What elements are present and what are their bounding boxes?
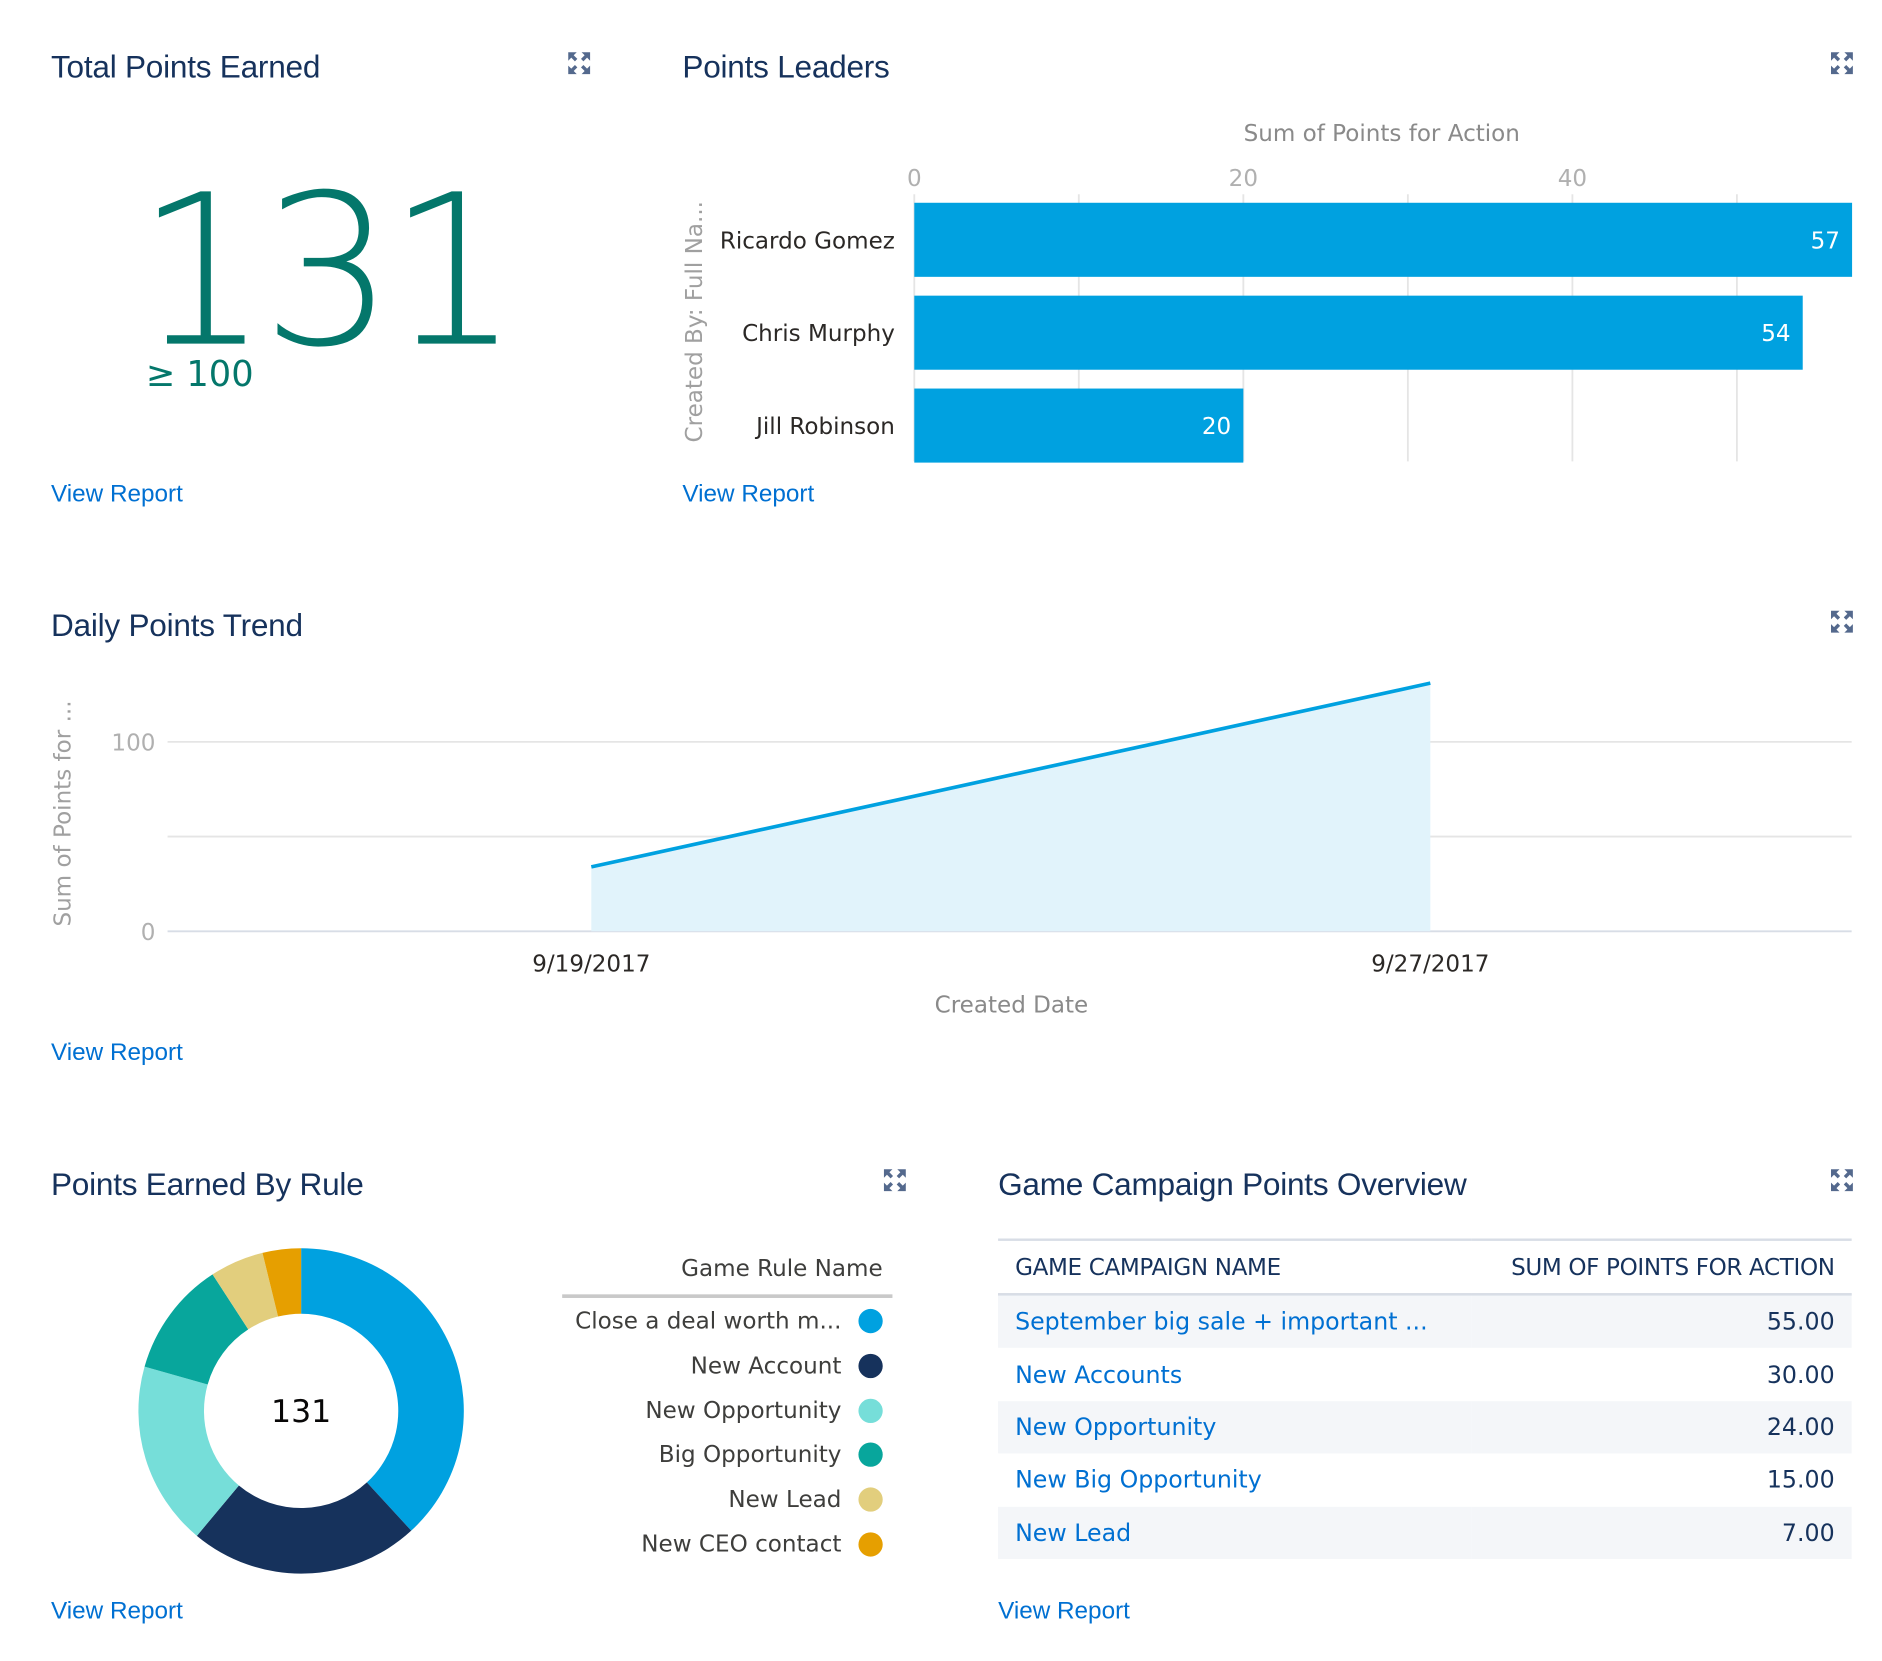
campaign-table: Game Campaign Name Sum of Points for Act… <box>998 1238 1852 1559</box>
legend-divider <box>562 1294 893 1298</box>
legend-swatch <box>858 1308 883 1334</box>
view-report-link[interactable]: View Report <box>998 1598 1130 1626</box>
widget-title: Total Points Earned <box>50 48 321 85</box>
x-axis-label: Sum of Points for Action <box>1244 121 1520 147</box>
campaign-name-link[interactable]: September big sale + important ... <box>998 1294 1473 1349</box>
category-label: Ricardo Gomez <box>720 228 895 254</box>
data-label: 57 <box>1811 228 1840 254</box>
bar <box>914 388 1244 463</box>
points-value: 24.00 <box>1472 1400 1852 1454</box>
widget-title: Daily Points Trend <box>50 607 303 644</box>
x-tick-label: 40 <box>1558 166 1587 192</box>
legend-label: Close a deal worth m... <box>575 1307 842 1335</box>
column-header-campaign-name[interactable]: Game Campaign Name <box>998 1238 1473 1296</box>
points-by-rule-donut: 131 <box>138 1248 464 1574</box>
points-value: 15.00 <box>1766 1465 1835 1494</box>
table-row: New Lead 7.00 <box>998 1506 1852 1559</box>
expand-icon[interactable] <box>1830 51 1854 75</box>
x-tick-label: 9/27/2017 <box>1371 951 1489 977</box>
view-report-link[interactable]: View Report <box>51 1039 183 1067</box>
x-tick-label: 0 <box>907 166 922 192</box>
y-axis-label: Sum of Points for ... <box>50 700 76 926</box>
y-tick-label: 100 <box>111 730 155 756</box>
widget-title: Points Earned By Rule <box>50 1165 364 1203</box>
legend-swatch <box>858 1532 883 1557</box>
data-label: 54 <box>1761 321 1790 347</box>
points-value: 55.00 <box>1472 1294 1852 1349</box>
daily-trend-chart: Sum of Points for ... Created Date 0100 … <box>50 681 1852 1019</box>
metric-value: 131 <box>135 149 520 394</box>
column-header-sum-points[interactable]: Sum of Points for Action <box>1472 1238 1852 1296</box>
table-row: New Opportunity 24.00 <box>998 1400 1852 1454</box>
expand-icon[interactable] <box>883 1168 907 1192</box>
legend-label: Big Opportunity <box>658 1441 842 1469</box>
area-fill <box>591 683 1431 932</box>
widget-title: Points Leaders <box>682 48 890 85</box>
dashboard: Total Points Earned 131 ≥ 100 View Repor… <box>0 0 1882 1661</box>
points-value: 7.00 <box>1472 1506 1852 1559</box>
legend-label: New Lead <box>728 1486 842 1514</box>
legend-label: New CEO contact <box>641 1531 842 1558</box>
legend-item[interactable]: New Account <box>691 1348 883 1384</box>
donut-legend: Game Rule Name Close a deal worth m... Ne… <box>562 1251 893 1579</box>
legend-swatch <box>858 1398 883 1423</box>
legend-item[interactable]: Big Opportunity <box>659 1437 883 1473</box>
view-report-link[interactable]: View Report <box>51 481 183 509</box>
legend-label: New Account <box>690 1352 842 1380</box>
table-row: New Big Opportunity 15.00 <box>998 1454 1852 1507</box>
points-value: 30.00 <box>1766 1360 1835 1389</box>
bar <box>914 202 1853 277</box>
legend-swatch <box>858 1487 883 1512</box>
view-report-link[interactable]: View Report <box>51 1598 183 1626</box>
table-row: New Accounts 30.00 <box>998 1348 1852 1401</box>
legend-title: Game Rule Name <box>681 1255 883 1283</box>
legend-item[interactable]: New CEO contact <box>641 1526 883 1562</box>
metric-threshold: ≥ 100 <box>145 353 254 395</box>
legend-item[interactable]: New Opportunity <box>645 1392 883 1428</box>
campaign-name-link[interactable]: New Big Opportunity <box>998 1454 1472 1507</box>
points-leaders-chart: Sum of Points for Action Created By: Ful… <box>682 121 1853 463</box>
campaign-name-link[interactable]: New Lead <box>998 1506 1473 1559</box>
legend-label: New Opportunity <box>645 1397 842 1424</box>
category-label: Chris Murphy <box>742 321 895 347</box>
legend-swatch <box>858 1353 883 1378</box>
widget-title: Game Campaign Points Overview <box>998 1165 1467 1203</box>
legend-swatch <box>858 1442 883 1468</box>
expand-icon[interactable] <box>1830 610 1854 634</box>
data-label: 20 <box>1202 414 1231 440</box>
legend-item[interactable]: Close a deal worth m... <box>575 1303 883 1339</box>
x-tick-label: 9/19/2017 <box>532 951 650 977</box>
bar <box>914 295 1803 370</box>
donut-slice <box>301 1248 464 1531</box>
expand-icon[interactable] <box>1830 1168 1854 1192</box>
y-tick-label: 0 <box>141 920 156 946</box>
expand-icon[interactable] <box>567 51 591 75</box>
campaign-name-link[interactable]: New Accounts <box>998 1348 1472 1401</box>
category-label: Jill Robinson <box>754 414 895 440</box>
donut-center-total: 131 <box>271 1394 331 1430</box>
table-header-row: Game Campaign Name Sum of Points for Act… <box>998 1238 1852 1296</box>
campaign-name-link[interactable]: New Opportunity <box>998 1400 1473 1454</box>
y-axis-label: Created By: Full Na... <box>682 201 708 442</box>
legend-item[interactable]: New Lead <box>728 1482 883 1518</box>
view-report-link[interactable]: View Report <box>682 481 814 509</box>
x-tick-label: 20 <box>1229 166 1258 192</box>
x-axis-label: Created Date <box>935 993 1089 1019</box>
table-row: September big sale + important ... 55.00 <box>998 1294 1852 1349</box>
